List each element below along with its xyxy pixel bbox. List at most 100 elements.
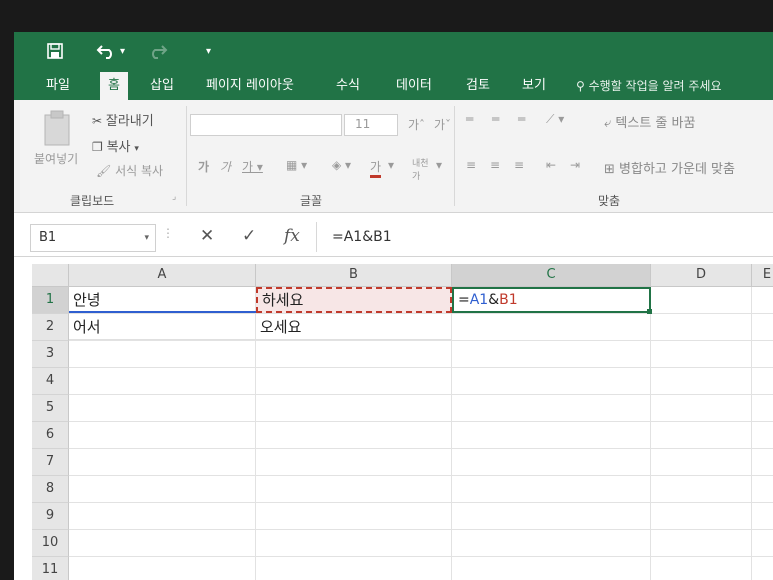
worksheet-grid: A B C D E 1 2 3 4 5 6 7 8 9 10 11 안녕 어서 … xyxy=(14,264,773,580)
underline-icon[interactable]: 가 ▾ xyxy=(242,158,263,175)
wrap-text-icon: ⤶ xyxy=(604,116,612,131)
save-icon[interactable] xyxy=(46,42,64,65)
redo-icon[interactable] xyxy=(146,42,168,65)
excel-window: ▾ ▾ 파일 홈 삽입 페이지 레이아웃 수식 데이터 검토 보기 ⚲ 수행할 … xyxy=(14,32,773,580)
font-color-icon[interactable]: 가 xyxy=(370,158,382,178)
formula-equals: = xyxy=(458,292,470,308)
scissors-icon: ✂ xyxy=(92,114,103,128)
clipboard-launcher-icon[interactable]: ⌟ xyxy=(172,192,176,202)
name-box[interactable]: B1 ▾ xyxy=(30,224,156,252)
italic-icon[interactable]: 가 xyxy=(220,158,231,175)
font-size-value: 11 xyxy=(355,117,371,131)
enter-check-icon[interactable]: ✓ xyxy=(242,226,256,246)
column-header-b[interactable]: B xyxy=(256,264,452,287)
ribbon-home: 붙여넣기 ✂ 잘라내기 ❐ 복사 ▾ 🖌 서식 복사 클립보드 ⌟ 11 가ˆ … xyxy=(14,100,773,213)
row-header-7[interactable]: 7 xyxy=(32,449,69,476)
borders-icon[interactable]: ▦ ▾ xyxy=(286,158,307,172)
increase-font-icon[interactable]: 가ˆ xyxy=(408,116,425,133)
undo-icon[interactable] xyxy=(96,42,118,65)
font-name-field[interactable] xyxy=(190,114,342,136)
increase-indent-icon[interactable]: ⇥ xyxy=(570,158,580,172)
clipboard-group-label: 클립보드 xyxy=(70,194,115,208)
row-header-10[interactable]: 10 xyxy=(32,530,69,557)
paintbrush-icon: 🖌 xyxy=(96,164,112,178)
insert-function-icon[interactable]: fx xyxy=(284,226,300,246)
column-header-d[interactable]: D xyxy=(651,264,752,287)
select-all-corner[interactable] xyxy=(32,264,69,287)
row-header-5[interactable]: 5 xyxy=(32,395,69,422)
row-header-6[interactable]: 6 xyxy=(32,422,69,449)
fill-color-icon[interactable]: ◈ ▾ xyxy=(332,158,351,172)
formula-ref-b1: B1 xyxy=(499,292,518,308)
copy-dropdown-icon: ▾ xyxy=(134,144,139,154)
align-right-icon[interactable]: ≡ xyxy=(514,158,524,172)
formula-ref-a1: A1 xyxy=(469,292,489,308)
formula-bar: B1 ▾ ⋮ ✕ ✓ fx =A1&B1 xyxy=(14,218,773,257)
merge-icon: ⊞ xyxy=(604,162,615,177)
cut-button[interactable]: ✂ 잘라내기 xyxy=(92,110,154,129)
tab-page-layout[interactable]: 페이지 레이아웃 xyxy=(198,72,302,100)
merge-center-button[interactable]: ⊞ 병합하고 가운데 맞춤 xyxy=(604,158,735,177)
cell-b2[interactable]: 오세요 xyxy=(256,314,452,340)
phonetic-icon[interactable]: 내천 가 xyxy=(412,156,429,182)
format-painter-label: 서식 복사 xyxy=(115,164,164,178)
tab-file[interactable]: 파일 xyxy=(38,72,78,100)
cell-b1[interactable]: 하세요 xyxy=(256,287,452,313)
paste-button[interactable]: 붙여넣기 xyxy=(32,106,80,178)
cell-a2[interactable]: 어서 xyxy=(69,314,256,340)
decrease-font-icon[interactable]: 가ˇ xyxy=(434,116,451,133)
tab-data[interactable]: 데이터 xyxy=(388,72,440,100)
alignment-group-label: 맞춤 xyxy=(598,194,621,208)
wrap-text-label: 텍스트 줄 바꿈 xyxy=(615,116,696,131)
copy-icon: ❐ xyxy=(92,140,103,154)
orientation-icon[interactable]: ⟋ ▾ xyxy=(546,112,564,127)
name-box-value: B1 xyxy=(39,230,57,245)
align-center-icon[interactable]: ≡ xyxy=(490,158,500,172)
cell-a1[interactable]: 안녕 xyxy=(69,287,256,313)
align-left-icon[interactable]: ≡ xyxy=(466,158,476,172)
bold-icon[interactable]: 가 xyxy=(198,158,209,175)
align-top-icon[interactable]: ═ xyxy=(466,112,473,126)
formula-bar-divider xyxy=(316,222,317,252)
row-header-8[interactable]: 8 xyxy=(32,476,69,503)
cell-c1-editing[interactable]: =A1&B1 xyxy=(452,287,651,313)
tell-me-box[interactable]: ⚲ 수행할 작업을 알려 주세요 xyxy=(576,72,722,100)
font-group-label: 글꼴 xyxy=(300,194,323,208)
tell-me-text: 수행할 작업을 알려 주세요 xyxy=(588,79,722,93)
font-size-field[interactable]: 11 xyxy=(344,114,398,136)
tab-review[interactable]: 검토 xyxy=(458,72,498,100)
row-header-4[interactable]: 4 xyxy=(32,368,69,395)
column-header-e[interactable]: E xyxy=(752,264,773,287)
tab-insert[interactable]: 삽입 xyxy=(142,72,182,100)
tab-view[interactable]: 보기 xyxy=(514,72,554,100)
row-header-2[interactable]: 2 xyxy=(32,314,69,341)
formula-bar-resize-icon[interactable]: ⋮ xyxy=(162,226,174,240)
column-header-c[interactable]: C xyxy=(452,264,651,287)
cancel-icon[interactable]: ✕ xyxy=(200,226,214,246)
fill-handle[interactable] xyxy=(647,309,652,314)
format-painter-button[interactable]: 🖌 서식 복사 xyxy=(96,162,163,179)
row-header-3[interactable]: 3 xyxy=(32,341,69,368)
col-line xyxy=(751,287,752,580)
row-header-11[interactable]: 11 xyxy=(32,557,69,580)
title-bar: ▾ ▾ xyxy=(14,32,773,72)
align-bottom-icon[interactable]: ═ xyxy=(518,112,525,126)
merge-center-label: 병합하고 가운데 맞춤 xyxy=(619,162,735,177)
font-color-dropdown-icon[interactable]: ▾ xyxy=(388,158,394,172)
decrease-indent-icon[interactable]: ⇤ xyxy=(546,158,556,172)
undo-dropdown-icon[interactable]: ▾ xyxy=(120,42,125,62)
row-header-1[interactable]: 1 xyxy=(32,287,69,314)
align-middle-icon[interactable]: ═ xyxy=(492,112,499,126)
cut-label: 잘라내기 xyxy=(105,114,154,129)
phonetic-dropdown-icon[interactable]: ▾ xyxy=(436,158,442,172)
wrap-text-button[interactable]: ⤶ 텍스트 줄 바꿈 xyxy=(604,112,695,131)
customize-quick-access-icon[interactable]: ▾ xyxy=(206,42,211,62)
column-header-a[interactable]: A xyxy=(69,264,256,287)
name-box-dropdown-icon[interactable]: ▾ xyxy=(144,225,149,251)
formula-input[interactable]: =A1&B1 xyxy=(332,224,392,250)
row-header-9[interactable]: 9 xyxy=(32,503,69,530)
formula-ampersand: & xyxy=(488,292,500,308)
tab-home[interactable]: 홈 xyxy=(100,72,128,100)
tab-formulas[interactable]: 수식 xyxy=(328,72,368,100)
copy-button[interactable]: ❐ 복사 ▾ xyxy=(92,136,139,155)
